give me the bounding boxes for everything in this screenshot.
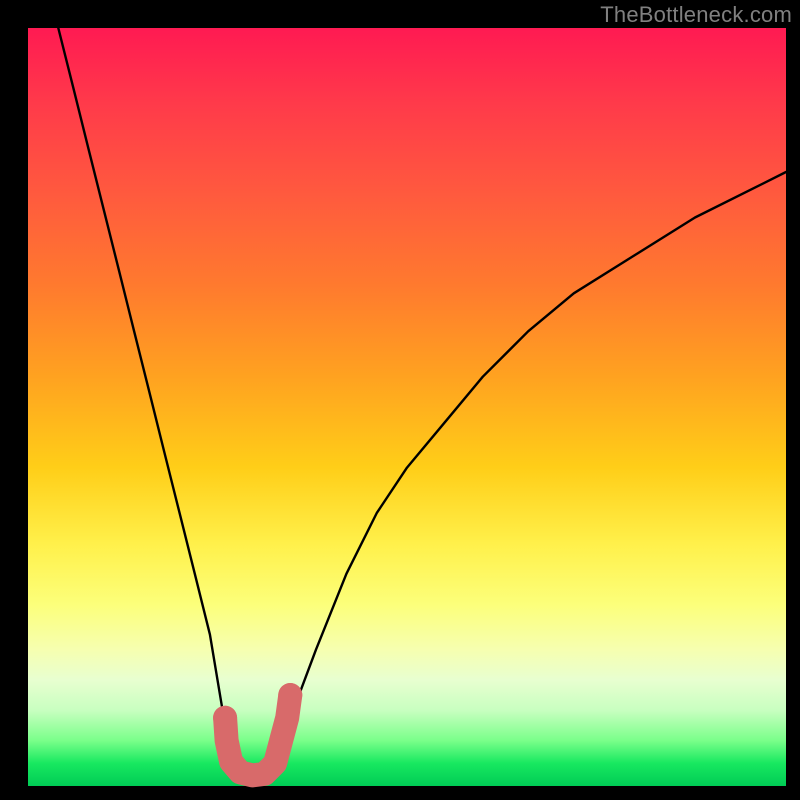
marker-cap-left [213,706,237,730]
marker-cap-right [278,683,302,707]
marker-path [225,695,290,775]
chart-svg [28,28,786,786]
chart-frame: TheBottleneck.com [0,0,800,800]
chart-plot-area [28,28,786,786]
watermark-text: TheBottleneck.com [600,2,792,28]
marker-group [213,683,302,775]
bottleneck-curve [58,28,786,778]
